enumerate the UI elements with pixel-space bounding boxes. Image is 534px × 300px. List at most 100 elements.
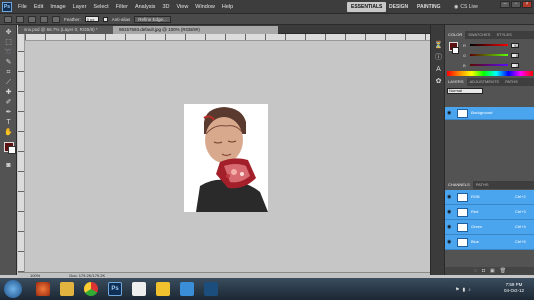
channel-shortcut: Ctrl+5 — [515, 239, 526, 244]
channel-eye-icon[interactable]: ◉ — [447, 240, 453, 245]
maximize-button[interactable]: ▫ — [511, 1, 521, 8]
cs-live-label: CS Live — [460, 4, 478, 10]
blue-slider[interactable]: B1 — [463, 62, 519, 68]
menu-layer[interactable]: Layer — [73, 4, 87, 10]
red-slider[interactable]: R 91 — [463, 42, 519, 48]
channel-thumbnail — [457, 193, 468, 202]
tab-adjustments[interactable]: ADJUSTMENTS — [467, 78, 503, 86]
tab-channel-paths[interactable]: PATHS — [473, 181, 492, 189]
start-button[interactable] — [4, 280, 22, 298]
trash-icon[interactable]: 🗑 — [500, 268, 506, 274]
save-selection-icon[interactable]: ◘ — [482, 268, 485, 274]
tab-layers[interactable]: LAYERS — [445, 78, 467, 86]
tab-default-jpg[interactable]: 98157693.default.jpg @ 100% (RGB/8#) — [113, 26, 278, 34]
taskbar-clock[interactable]: 7:59 PM 04-Oct-12 — [504, 282, 524, 294]
tab-swatches[interactable]: SWATCHES — [465, 31, 493, 39]
new-channel-icon[interactable]: ▣ — [490, 268, 495, 274]
menu-help[interactable]: Help — [222, 4, 233, 10]
layer-name[interactable]: Background — [471, 110, 492, 115]
channel-row-blue[interactable]: ◉ Blue Ctrl+5 — [445, 235, 534, 250]
crop-tool-icon[interactable]: ⌗ — [3, 68, 14, 77]
background-color-swatch[interactable] — [8, 146, 16, 154]
hand-tool-icon[interactable]: ✋ — [3, 128, 14, 137]
folder-icon[interactable] — [60, 282, 74, 296]
menu-file[interactable]: File — [18, 4, 27, 10]
subtract-selection-icon[interactable] — [40, 15, 48, 23]
menu-list: File Edit Image Layer Select Filter Anal… — [18, 0, 233, 14]
menu-window[interactable]: Window — [195, 4, 215, 10]
explorer-icon[interactable] — [132, 282, 146, 296]
channel-row-red[interactable]: ◉ Red Ctrl+3 — [445, 205, 534, 220]
tab-paths[interactable]: PATHS — [502, 78, 521, 86]
channel-eye-icon[interactable]: ◉ — [447, 225, 453, 230]
info-icon[interactable]: ⓘ — [433, 53, 444, 62]
anti-alias-checkbox[interactable] — [102, 16, 108, 22]
healing-brush-icon[interactable]: ✚ — [3, 88, 14, 97]
app-taskbar-icon[interactable] — [156, 282, 170, 296]
add-selection-icon[interactable] — [28, 15, 36, 23]
network-icon[interactable]: ▮ — [462, 287, 465, 293]
marquee-tool-icon[interactable]: ⬚ — [3, 38, 14, 47]
eyedropper-tool-icon[interactable]: ⟋ — [3, 78, 14, 87]
channel-row-green[interactable]: ◉ Green Ctrl+4 — [445, 220, 534, 235]
menu-edit[interactable]: Edit — [34, 4, 43, 10]
cs-live-button[interactable]: ◉ CS Live — [454, 2, 478, 12]
green-slider[interactable]: G8 — [463, 52, 519, 58]
menu-filter[interactable]: Filter — [116, 4, 128, 10]
brush-tool-icon[interactable]: ✐ — [3, 98, 14, 107]
new-selection-icon[interactable] — [16, 15, 24, 23]
chrome-icon[interactable] — [84, 282, 98, 296]
windows-taskbar — [0, 278, 534, 300]
move-tool-icon[interactable]: ✥ — [3, 28, 14, 37]
tab-sns-psd[interactable]: sns.psd @ 66.7% (Layer 0, RGB/8) * — [18, 26, 113, 34]
type-tool-icon[interactable]: T — [3, 118, 14, 127]
channel-row-rgb[interactable]: ◉ RGB Ctrl+2 — [445, 190, 534, 205]
red-value[interactable]: 91 — [511, 42, 519, 48]
photoshop-taskbar-icon[interactable]: Ps — [108, 282, 122, 296]
refine-edge-button[interactable]: Refine Edge... — [134, 15, 171, 23]
volume-icon[interactable]: ♪ — [468, 287, 471, 293]
workspace-essentials-button[interactable]: ESSENTIALS — [347, 2, 387, 12]
vertical-ruler[interactable] — [18, 34, 25, 272]
menu-image[interactable]: Image — [50, 4, 65, 10]
visibility-eye-icon[interactable]: ◉ — [447, 111, 453, 116]
brush-presets-icon[interactable]: ✿ — [433, 77, 444, 86]
color-panel-bg-swatch[interactable] — [452, 47, 459, 54]
color-spectrum[interactable] — [447, 71, 533, 76]
document-image[interactable] — [184, 104, 268, 212]
flag-icon[interactable]: ⚑ — [455, 287, 459, 293]
pen-tool-icon[interactable]: ✒ — [3, 108, 14, 117]
feather-input[interactable]: 0 px — [84, 16, 99, 22]
character-icon[interactable]: A — [433, 65, 444, 74]
quick-mask-icon[interactable]: ◙ — [3, 161, 14, 170]
channel-eye-icon[interactable]: ◉ — [447, 195, 453, 200]
intersect-selection-icon[interactable] — [52, 15, 60, 23]
feather-label: Feather: — [64, 16, 81, 22]
layer-row-background[interactable]: ◉ Background — [445, 107, 534, 120]
green-value[interactable]: 8 — [511, 52, 519, 58]
workspace-painting-button[interactable]: PAINTING — [413, 2, 445, 12]
workspace-design-button[interactable]: DESIGN — [385, 2, 412, 12]
blend-mode-select[interactable]: Normal — [447, 88, 483, 94]
lasso-tool-icon[interactable]: ➰ — [3, 48, 14, 57]
channel-eye-icon[interactable]: ◉ — [447, 210, 453, 215]
menu-select[interactable]: Select — [93, 4, 108, 10]
messenger-icon[interactable] — [180, 282, 194, 296]
menu-analysis[interactable]: Analysis — [135, 4, 155, 10]
layer-thumbnail — [457, 109, 468, 118]
minimize-button[interactable]: – — [500, 1, 510, 8]
horizontal-ruler[interactable] — [25, 34, 430, 41]
tab-styles[interactable]: STYLES — [493, 31, 514, 39]
tool-preset-picker[interactable] — [4, 15, 12, 23]
close-button[interactable]: × — [522, 1, 532, 8]
history-icon[interactable]: ⏳ — [433, 41, 444, 50]
firefox-icon[interactable] — [36, 282, 50, 296]
menu-3d[interactable]: 3D — [162, 4, 169, 10]
load-selection-icon[interactable]: ◌ — [474, 268, 477, 274]
tab-channels[interactable]: CHANNELS — [445, 181, 473, 189]
word-icon[interactable] — [204, 282, 218, 296]
menu-view[interactable]: View — [176, 4, 188, 10]
tab-color[interactable]: COLOR — [445, 31, 466, 39]
blue-value[interactable]: 1 — [511, 62, 519, 68]
quick-select-tool-icon[interactable]: ✎ — [3, 58, 14, 67]
